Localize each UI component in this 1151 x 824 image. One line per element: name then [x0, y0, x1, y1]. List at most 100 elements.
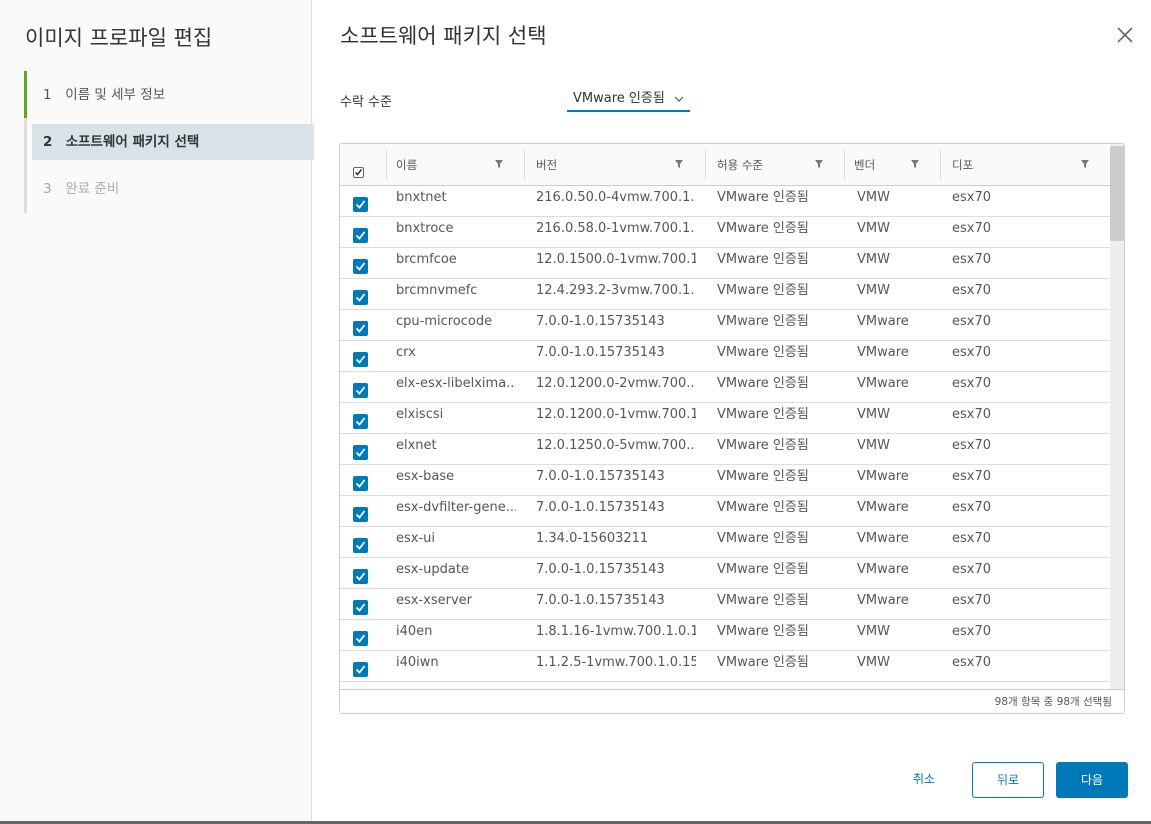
row-checkbox[interactable] [353, 383, 368, 398]
wizard-title: 이미지 프로파일 편집 [25, 26, 213, 50]
cell-version: 12.4.293.2-3vmw.700.1.... [536, 283, 696, 298]
cell-name: brcmfcoe [396, 252, 457, 267]
row-checkbox[interactable] [353, 197, 368, 212]
row-checkbox[interactable] [353, 259, 368, 274]
row-checkbox[interactable] [353, 352, 368, 367]
column-header-vendor[interactable]: 벤더 [845, 144, 940, 185]
filter-icon[interactable] [1080, 154, 1090, 168]
row-checkbox[interactable] [353, 290, 368, 305]
table-row[interactable]: esx-update 7.0.0-1.0.15735143 VMware 인증됨 VM… [340, 558, 1110, 589]
filter-icon[interactable] [910, 154, 920, 168]
cell-depot: esx70 [952, 283, 992, 298]
cell-name: i40en [396, 624, 433, 639]
cell-vendor: VMW [857, 655, 890, 670]
cell-vendor: VMware [857, 531, 909, 546]
cell-version: 1.8.1.16-1vmw.700.1.0.15... [536, 624, 696, 639]
cell-version: 12.0.1250.0-5vmw.700.... [536, 438, 696, 453]
table-row[interactable]: esx-xserver 7.0.0-1.0.15735143 VMware 인증됨 V… [340, 589, 1110, 620]
page-title: 소프트웨어 패키지 선택 [340, 24, 547, 48]
cell-vendor: VMware [857, 469, 909, 484]
table-row[interactable]: esx-dvfilter-gene... 7.0.0-1.0.15735143 VM… [340, 496, 1110, 527]
cell-depot: esx70 [952, 500, 992, 515]
cell-version: 12.0.1500.0-1vmw.700.1... [536, 252, 696, 267]
cell-level: VMware 인증됨 [717, 438, 809, 453]
chevron-down-icon [674, 89, 684, 118]
table-row[interactable]: esx-ui 1.34.0-15603211 VMware 인증됨 VMware esx… [340, 527, 1110, 558]
table-row[interactable]: brcmnvmefc 12.4.293.2-3vmw.700.1.... VMwar… [340, 279, 1110, 310]
cancel-button[interactable]: 취소 [898, 762, 950, 798]
filter-icon[interactable] [674, 154, 684, 168]
step-name-details[interactable]: 1 이름 및 세부 정보 [32, 77, 314, 113]
column-title: 허용 수준 [717, 158, 763, 172]
cell-vendor: VMW [857, 407, 890, 422]
filter-icon[interactable] [814, 154, 824, 168]
cell-level: VMware 인증됨 [717, 376, 809, 391]
table-row[interactable]: elxiscsi 12.0.1200.0-1vmw.700.1... VMware … [340, 403, 1110, 434]
cell-vendor: VMW [857, 190, 890, 205]
scrollbar-thumb[interactable] [1110, 146, 1124, 241]
cell-depot: esx70 [952, 562, 992, 577]
cell-name: i40iwn [396, 655, 439, 670]
cell-level: VMware 인증됨 [717, 221, 809, 236]
step-number: 3 [43, 181, 52, 197]
cell-name: esx-base [396, 469, 455, 484]
cell-level: VMware 인증됨 [717, 469, 809, 484]
cell-vendor: VMW [857, 252, 890, 267]
cell-level: VMware 인증됨 [717, 345, 809, 360]
next-button[interactable]: 다음 [1056, 762, 1128, 798]
cell-version: 7.0.0-1.0.15735143 [536, 562, 665, 577]
wizard-steps: 1 이름 및 세부 정보 2 소프트웨어 패키지 선택 3 완료 준비 [24, 71, 314, 213]
select-all-checkbox[interactable] [353, 167, 364, 178]
column-title: 벤더 [854, 158, 876, 172]
cell-name: esx-dvfilter-gene... [396, 500, 516, 515]
table-row[interactable]: esx-base 7.0.0-1.0.15735143 VMware 인증됨 VMwa… [340, 465, 1110, 496]
cell-version: 7.0.0-1.0.15735143 [536, 469, 665, 484]
row-checkbox[interactable] [353, 569, 368, 584]
step-ready-to-complete: 3 완료 준비 [32, 171, 314, 207]
row-checkbox[interactable] [353, 228, 368, 243]
cell-level: VMware 인증됨 [717, 314, 809, 329]
row-checkbox[interactable] [353, 507, 368, 522]
cell-name: elxiscsi [396, 407, 444, 422]
row-checkbox[interactable] [353, 662, 368, 677]
column-separator [940, 150, 941, 180]
selection-count: 98개 항목 중 98개 선택됨 [994, 696, 1112, 708]
table-row[interactable]: elxnet 12.0.1250.0-5vmw.700.... VMware 인증됨… [340, 434, 1110, 465]
row-checkbox[interactable] [353, 476, 368, 491]
cell-level: VMware 인증됨 [717, 283, 809, 298]
cell-name: bnxtnet [396, 190, 447, 205]
row-checkbox[interactable] [353, 600, 368, 615]
filter-icon[interactable] [494, 154, 504, 168]
cell-depot: esx70 [952, 252, 992, 267]
grid-header: 이름 버전 허용 수준 벤더 디포 [340, 144, 1110, 186]
close-icon[interactable] [1114, 24, 1136, 46]
table-row[interactable]: bnxtroce 216.0.58.0-1vmw.700.1.... VMware … [340, 217, 1110, 248]
cell-vendor: VMware [857, 376, 909, 391]
cell-depot: esx70 [952, 655, 992, 670]
cell-name: esx-xserver [396, 593, 473, 608]
table-row[interactable]: cpu-microcode 7.0.0-1.0.15735143 VMware 인증… [340, 310, 1110, 341]
row-checkbox[interactable] [353, 538, 368, 553]
cell-level: VMware 인증됨 [717, 252, 809, 267]
table-row[interactable]: i40iwn 1.1.2.5-1vmw.700.1.0.157... VMware … [340, 651, 1110, 682]
table-row[interactable]: bnxtnet 216.0.50.0-4vmw.700.1... VMware 인증… [340, 186, 1110, 217]
step-select-packages[interactable]: 2 소프트웨어 패키지 선택 [32, 124, 314, 160]
column-title: 버전 [536, 158, 558, 172]
table-row[interactable]: crx 7.0.0-1.0.15735143 VMware 인증됨 VMware esx… [340, 341, 1110, 372]
row-checkbox[interactable] [353, 445, 368, 460]
cell-name: cpu-microcode [396, 314, 493, 329]
cell-vendor: VMware [857, 500, 909, 515]
edit-image-profile-dialog: 이미지 프로파일 편집 1 이름 및 세부 정보 2 소프트웨어 패키지 선택 … [0, 0, 1151, 822]
row-checkbox[interactable] [353, 321, 368, 336]
cell-name: bnxtroce [396, 221, 454, 236]
cell-version: 7.0.0-1.0.15735143 [536, 345, 665, 360]
cell-depot: esx70 [952, 624, 992, 639]
table-row[interactable]: brcmfcoe 12.0.1500.0-1vmw.700.1... VMware … [340, 248, 1110, 279]
row-checkbox[interactable] [353, 631, 368, 646]
row-checkbox[interactable] [353, 414, 368, 429]
back-button[interactable]: 뒤로 [972, 762, 1044, 798]
table-row[interactable]: i40en 1.8.1.16-1vmw.700.1.0.15... VMware 인… [340, 620, 1110, 651]
cell-version: 1.1.2.5-1vmw.700.1.0.157... [536, 655, 696, 670]
acceptance-level-select[interactable]: VMware 인증됨 [567, 88, 690, 112]
table-row[interactable]: elx-esx-libelxima.... 12.0.1200.0-2vmw.70… [340, 372, 1110, 403]
